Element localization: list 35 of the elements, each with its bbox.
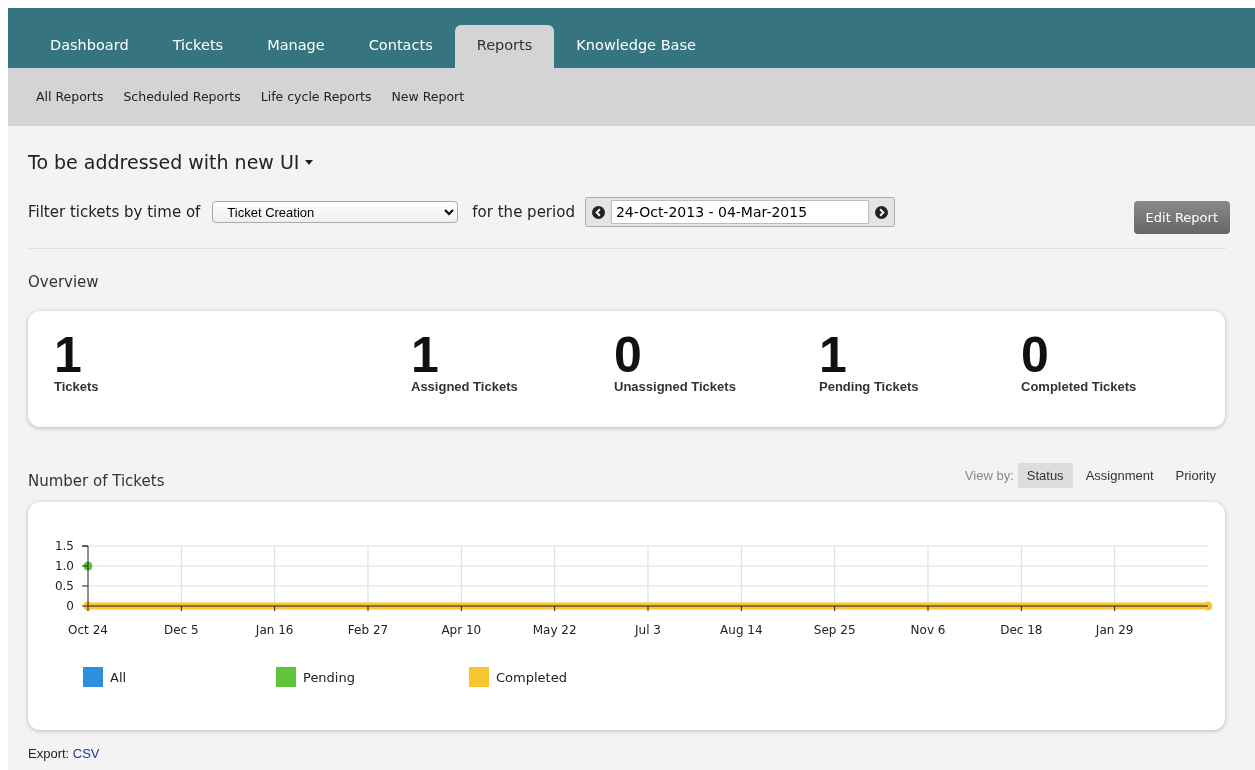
x-tick-label: Dec 18 — [1000, 623, 1043, 637]
view-by-label: View by: — [964, 466, 1014, 485]
x-tick-label: Jan 16 — [255, 623, 294, 637]
legend-label: Pending — [303, 670, 355, 685]
legend-label: All — [110, 670, 127, 685]
stat-label: Unassigned Tickets — [614, 377, 737, 396]
x-tick-label: Sep 25 — [813, 623, 856, 637]
period-label: for the period — [472, 202, 575, 223]
x-tick-label: Feb 27 — [347, 623, 389, 637]
export-label: Export: — [28, 746, 70, 761]
stat-label: Pending Tickets — [819, 377, 920, 396]
x-tick-label: Apr 10 — [441, 623, 482, 637]
x-tick-label: May 22 — [532, 623, 577, 637]
stat-value: 1 — [819, 332, 847, 377]
legend-label: Completed — [496, 670, 567, 685]
y-tick-label: 0.5 — [54, 579, 74, 593]
stat-value: 1 — [54, 332, 82, 377]
x-tick-label: Dec 5 — [164, 623, 199, 637]
x-tick-label: Aug 14 — [720, 623, 763, 637]
stat-label: Assigned Tickets — [411, 377, 519, 396]
stat-label: Completed Tickets — [1021, 377, 1138, 396]
stat-value: 0 — [1021, 332, 1049, 377]
x-tick-label: Jan 29 — [1095, 623, 1134, 637]
y-tick-label: 0 — [66, 599, 74, 613]
x-tick-label: Nov 6 — [910, 623, 946, 637]
y-tick-label: 1.5 — [54, 539, 74, 553]
x-tick-label: Oct 24 — [68, 623, 108, 637]
stat-label: Tickets — [54, 377, 100, 396]
x-tick-label: Jul 3 — [635, 623, 661, 637]
stat-value: 1 — [411, 332, 439, 377]
filter-label: Filter tickets by time of — [28, 202, 201, 223]
stat-value: 0 — [614, 332, 642, 377]
y-tick-label: 1.0 — [54, 559, 74, 573]
section-title: Overview — [28, 272, 100, 293]
section-title: Number of Tickets — [28, 470, 165, 492]
